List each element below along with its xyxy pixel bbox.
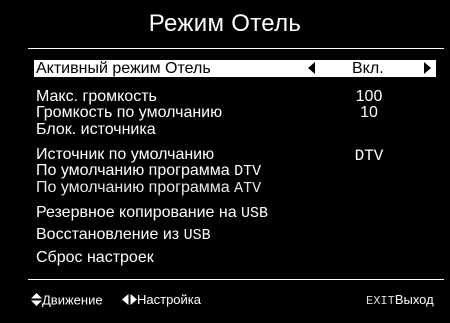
menu-item-value: DTV xyxy=(354,147,384,165)
menu-item-label: Блок. источника xyxy=(36,121,156,138)
title-divider xyxy=(28,48,444,49)
arrow-left-icon[interactable] xyxy=(308,62,315,74)
menu-item-label: Резервное копирование на xyxy=(36,204,242,221)
menu-item-usb-restore[interactable]: Восстановление из USB xyxy=(36,227,211,244)
menu-item-label-code: USB xyxy=(183,227,211,244)
menu-item-label: Восстановление из xyxy=(36,226,184,243)
arrow-right-icon[interactable] xyxy=(424,62,431,74)
menu-title: Режим Отель xyxy=(148,10,302,37)
menu-item-value: Вкл. xyxy=(352,60,384,77)
left-right-arrows-icon xyxy=(122,293,137,308)
menu-item-label: Сброс настроек xyxy=(36,249,154,266)
menu-item-default-atv-program[interactable]: По умолчанию программа ATV xyxy=(36,180,261,197)
menu-item-label-code: ATV xyxy=(234,180,262,197)
menu-item-label: По умолчанию программа xyxy=(36,162,235,179)
menu-item-label: Макс. громкость xyxy=(36,88,157,105)
menu-item-value: 10 xyxy=(360,104,378,121)
exit-key-label: EXIT xyxy=(366,294,395,308)
menu-item-source-lock[interactable]: Блок. источника xyxy=(36,122,156,138)
menu-item-label-code: DTV xyxy=(234,163,262,180)
footer-divider xyxy=(28,279,444,280)
footer-adjust-label: Настройка xyxy=(137,292,201,307)
footer-hint-move: Движение xyxy=(31,293,103,309)
menu-item-default-volume[interactable]: Громкость по умолчанию xyxy=(36,105,222,121)
menu-item-label: Источник по умолчанию xyxy=(36,146,215,163)
footer-hint-exit: EXITВыход xyxy=(366,292,434,309)
up-down-arrows-icon xyxy=(31,293,42,309)
menu-item-default-source[interactable]: Источник по умолчанию xyxy=(36,147,214,163)
menu-item-label-code: USB xyxy=(241,205,269,222)
menu-item-label: По умолчанию программа xyxy=(36,179,235,196)
menu-item-value: 100 xyxy=(355,88,383,105)
footer-move-label: Движение xyxy=(42,292,103,308)
footer-exit-label: Выход xyxy=(394,292,434,307)
hotel-mode-menu: Режим Отель Активный режим Отель Вкл. Ма… xyxy=(0,0,450,323)
menu-item-usb-backup[interactable]: Резервное копирование на USB xyxy=(36,205,268,222)
footer-hint-adjust: Настройка xyxy=(122,293,201,308)
menu-item-reset-settings[interactable]: Сброс настроек xyxy=(36,250,154,266)
menu-item-active-hotel-mode[interactable]: Активный режим Отель Вкл. xyxy=(34,60,436,77)
menu-item-label: Активный режим Отель xyxy=(36,60,211,77)
menu-item-default-dtv-program[interactable]: По умолчанию программа DTV xyxy=(36,163,261,180)
menu-item-max-volume[interactable]: Макс. громкость xyxy=(36,89,157,105)
menu-item-label: Громкость по умолчанию xyxy=(36,104,223,121)
